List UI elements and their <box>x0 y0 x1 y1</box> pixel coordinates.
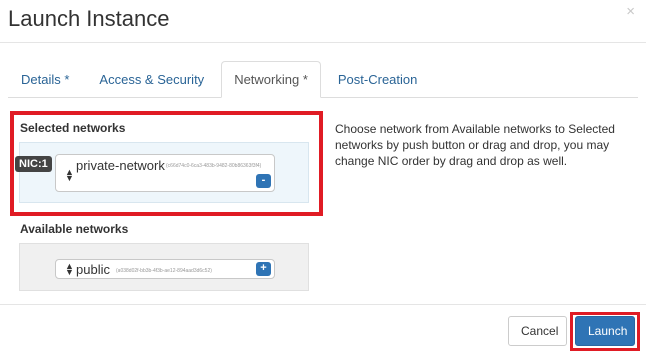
wizard-tabs: Details * Access & Security Networking *… <box>8 61 638 98</box>
available-networks-list[interactable]: ▲ ▼ public (a038d02f-bb3b-4f3b-ae12-894aa… <box>19 243 309 291</box>
tab-post-creation[interactable]: Post-Creation <box>325 61 430 97</box>
network-name: public <box>76 262 110 277</box>
tab-access-security[interactable]: Access & Security <box>86 61 217 97</box>
close-icon[interactable]: × <box>626 4 635 19</box>
add-network-button[interactable]: + <box>256 262 271 276</box>
network-id: (a038d02f-bb3b-4f3b-ae12-894aad3d6c52) <box>116 268 212 274</box>
sort-icon: ▲ ▼ <box>65 261 74 277</box>
tab-networking[interactable]: Networking * <box>221 61 321 98</box>
highlight-selected-networks <box>10 111 323 216</box>
highlight-launch <box>570 312 640 351</box>
tab-details[interactable]: Details * <box>8 61 82 97</box>
nic-badge: NIC:1 <box>15 156 52 172</box>
available-network-item[interactable]: ▲ ▼ public (a038d02f-bb3b-4f3b-ae12-894aa… <box>55 259 275 279</box>
available-networks-label: Available networks <box>20 222 129 236</box>
footer-divider <box>0 304 646 305</box>
header-divider <box>0 42 646 43</box>
dialog-title: Launch Instance <box>8 6 170 31</box>
cancel-button[interactable]: Cancel <box>508 316 567 346</box>
networking-help-text: Choose network from Available networks t… <box>335 122 615 168</box>
